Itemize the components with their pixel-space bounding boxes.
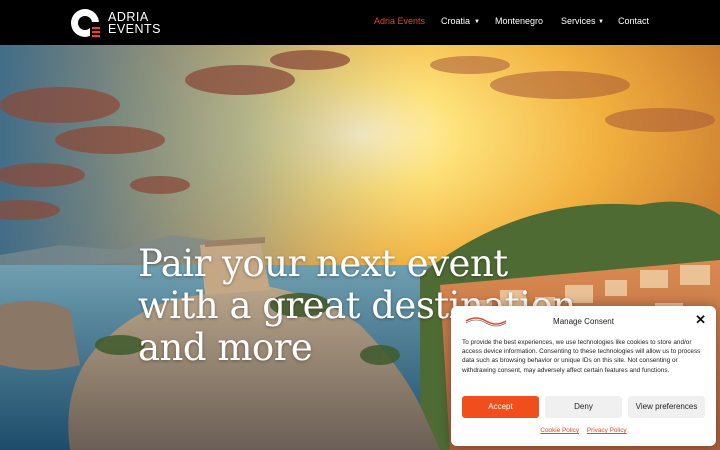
top-navigation: ADRIA EVENTS Adria Events Croatia ▼ Mont… xyxy=(0,0,720,45)
chevron-down-icon[interactable]: ▼ xyxy=(474,19,480,25)
nav-item-croatia[interactable]: Croatia xyxy=(441,16,470,26)
cookie-policy-link[interactable]: Cookie Policy xyxy=(540,427,579,434)
privacy-policy-link[interactable]: Privacy Policy xyxy=(587,427,627,434)
close-icon[interactable]: ✕ xyxy=(695,313,706,327)
nav-item-services[interactable]: Services xyxy=(561,16,596,26)
nav-item-montenegro[interactable]: Montenegro xyxy=(495,16,543,26)
consent-description: To provide the best experiences, we use … xyxy=(462,339,701,374)
consent-title: Manage Consent xyxy=(553,317,614,326)
nav-item-contact[interactable]: Contact xyxy=(618,16,649,26)
view-preferences-button[interactable]: View preferences xyxy=(628,396,705,418)
accept-button[interactable]: Accept xyxy=(462,396,539,418)
nav-item-adria-events[interactable]: Adria Events xyxy=(374,16,425,26)
cookie-consent-dialog: Manage Consent ✕ To provide the best exp… xyxy=(451,306,716,446)
main-menu: Adria Events Croatia ▼ Montenegro Servic… xyxy=(0,16,720,30)
consent-links: Cookie Policy Privacy Policy xyxy=(451,427,716,434)
chevron-down-icon[interactable]: ▼ xyxy=(598,19,604,25)
deny-button[interactable]: Deny xyxy=(545,396,622,418)
